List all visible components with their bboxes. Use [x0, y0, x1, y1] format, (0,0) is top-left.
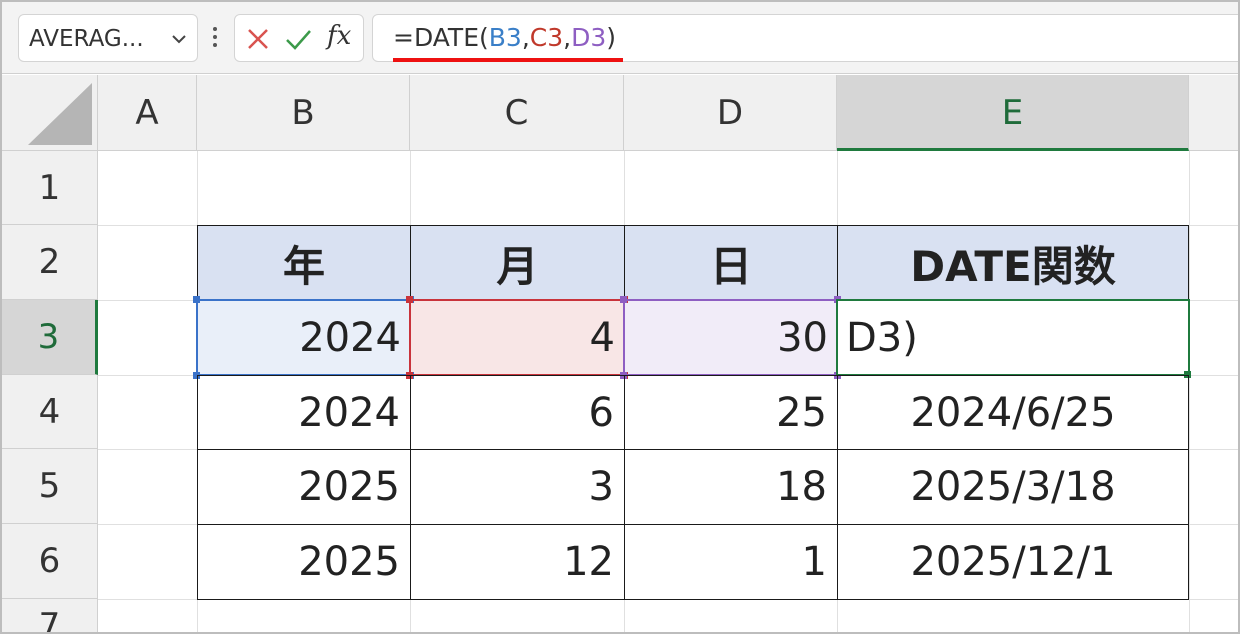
reference-highlight-c3: [406, 296, 628, 379]
formula-part: C3: [529, 23, 564, 52]
select-all-triangle-icon: [28, 83, 92, 145]
column-header-e[interactable]: E: [837, 75, 1189, 151]
spreadsheet-window: AVERAG... fx =DATE(B3,C3,D3) A B C D E 1…: [0, 0, 1240, 634]
reference-highlight-b3: [193, 296, 414, 379]
header-cell-date-function[interactable]: DATE関数: [837, 225, 1189, 301]
column-header-f[interactable]: [1189, 75, 1238, 151]
header-cell-month[interactable]: 月: [410, 225, 625, 301]
column-header-b[interactable]: B: [197, 75, 410, 151]
cell-b5[interactable]: 2025: [197, 449, 411, 525]
formula-part: =DATE(: [393, 23, 489, 52]
header-cell-year[interactable]: 年: [197, 225, 411, 301]
cell-b4[interactable]: 2024: [197, 375, 411, 450]
cell-c4[interactable]: 6: [410, 375, 625, 450]
reference-highlight-d3: [620, 296, 841, 379]
formula-part: ,: [563, 23, 572, 52]
column-header-d[interactable]: D: [624, 75, 837, 151]
cell-c6[interactable]: 12: [410, 524, 625, 600]
name-box[interactable]: AVERAG...: [18, 14, 198, 62]
cell-e5[interactable]: 2025/3/18: [837, 449, 1189, 525]
row-header-5[interactable]: 5: [2, 449, 98, 524]
row-header-2[interactable]: 2: [2, 225, 98, 300]
cell-e4[interactable]: 2024/6/25: [837, 375, 1189, 450]
cell-e6[interactable]: 2025/12/1: [837, 524, 1189, 600]
gridline: [1189, 151, 1190, 632]
name-box-value: AVERAG...: [29, 26, 144, 52]
header-cell-day[interactable]: 日: [624, 225, 838, 301]
formula-controls: fx: [234, 14, 364, 62]
formula-part: B3: [488, 23, 522, 52]
insert-function-icon[interactable]: fx: [327, 21, 351, 51]
cancel-icon[interactable]: [243, 24, 273, 54]
row-header-3[interactable]: 3: [2, 300, 98, 375]
cell-d4[interactable]: 25: [624, 375, 838, 450]
formula-part: ): [606, 23, 617, 52]
cell-c5[interactable]: 3: [410, 449, 625, 525]
row-header-6[interactable]: 6: [2, 524, 98, 599]
formula-input[interactable]: =DATE(B3,C3,D3): [372, 14, 1238, 62]
row-header-1[interactable]: 1: [2, 151, 98, 225]
column-header-c[interactable]: C: [410, 75, 624, 151]
cell-d5[interactable]: 18: [624, 449, 838, 525]
active-cell-e3[interactable]: D3): [836, 299, 1190, 376]
check-icon[interactable]: [283, 24, 313, 54]
select-all-corner[interactable]: [2, 75, 98, 151]
column-header-a[interactable]: A: [98, 75, 197, 151]
chevron-down-icon[interactable]: [169, 29, 189, 49]
formula-part: D3: [571, 23, 607, 52]
cell-d6[interactable]: 1: [624, 524, 838, 600]
formula-underline-annotation: [393, 58, 623, 62]
formula-part: ,: [521, 23, 530, 52]
cell-b6[interactable]: 2025: [197, 524, 411, 600]
formula-bar: AVERAG... fx =DATE(B3,C3,D3): [2, 2, 1238, 74]
row-header-4[interactable]: 4: [2, 375, 98, 449]
formula-text: =DATE(B3,C3,D3): [393, 23, 616, 52]
row-header-7[interactable]: 7: [2, 599, 98, 632]
more-options-icon[interactable]: [205, 22, 225, 52]
